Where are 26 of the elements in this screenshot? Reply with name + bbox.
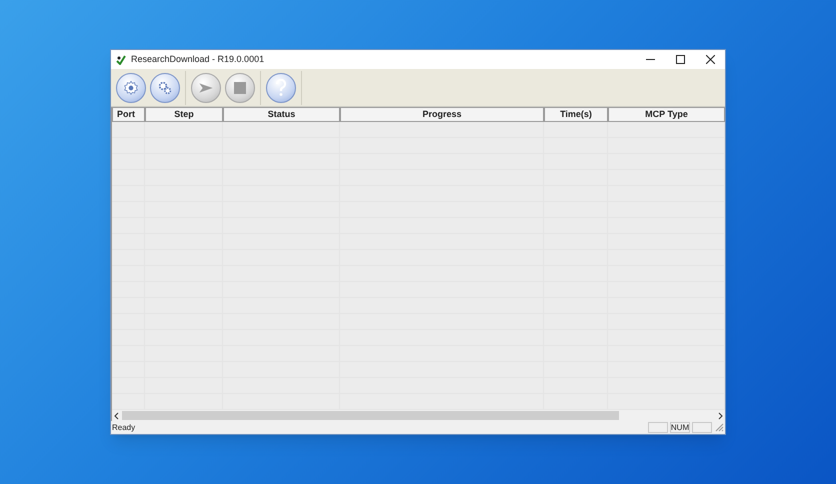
gear-icon <box>123 80 139 96</box>
app-logo-icon <box>116 54 126 64</box>
close-icon <box>706 55 714 64</box>
column-header[interactable]: MCP Type <box>608 107 725 122</box>
help-icon <box>274 78 288 96</box>
help-button[interactable] <box>266 72 296 102</box>
status-text: Ready <box>112 422 136 434</box>
column-header[interactable]: Time(s) <box>544 107 608 122</box>
minimize-icon <box>646 59 654 60</box>
horizontal-scrollbar[interactable] <box>112 410 725 421</box>
stop-icon <box>234 82 246 94</box>
status-pane <box>648 422 668 433</box>
column-header[interactable]: Step <box>145 107 223 122</box>
column-header[interactable]: Status <box>223 107 340 122</box>
gears-button[interactable] <box>150 72 180 102</box>
scrollbar-thumb[interactable] <box>122 411 619 420</box>
num-lock-indicator: NUM <box>670 422 690 433</box>
column-header[interactable]: Progress <box>340 107 544 122</box>
resize-grip-icon <box>714 422 724 432</box>
status-pane <box>692 422 712 433</box>
arrow-icon <box>198 80 214 94</box>
column-header[interactable]: Port <box>112 107 145 122</box>
maximize-icon <box>676 55 684 64</box>
window-title: ResearchDownload - R19.0.0001 <box>131 52 264 66</box>
gear-button[interactable] <box>116 72 146 102</box>
gears-icon <box>157 80 173 96</box>
